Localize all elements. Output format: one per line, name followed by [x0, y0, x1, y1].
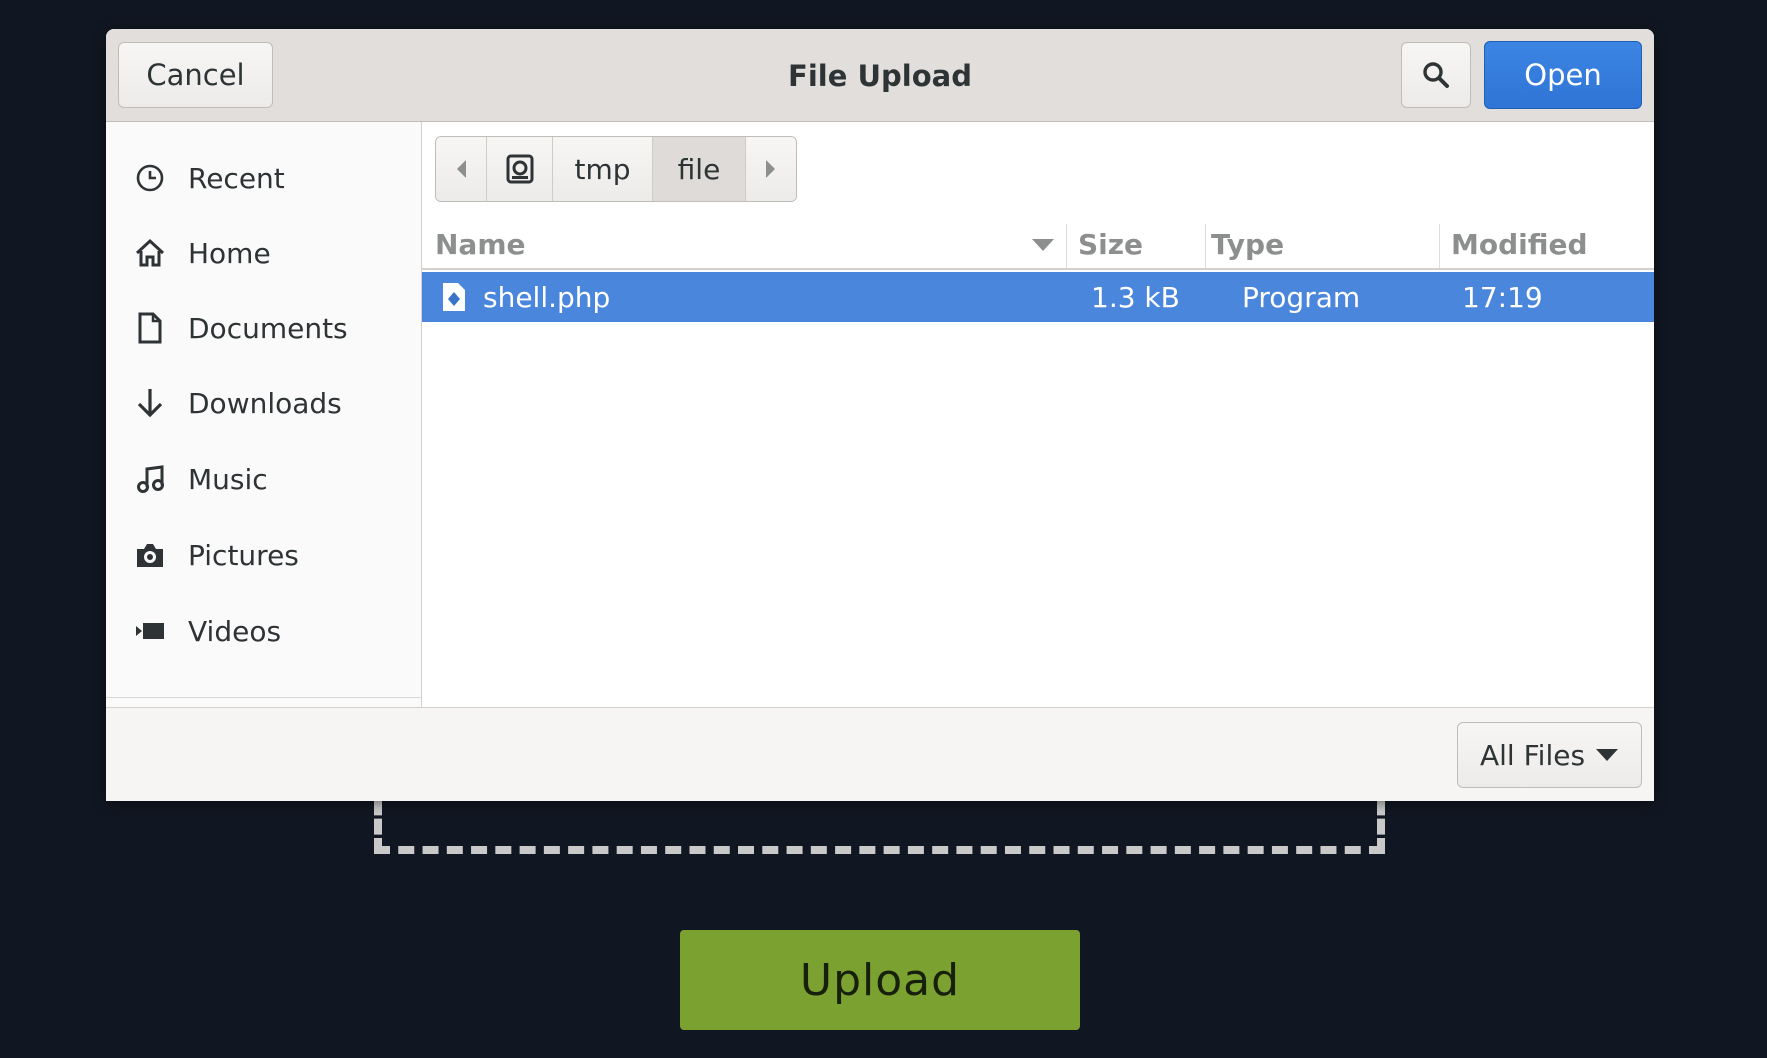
file-type-filter-dropdown[interactable]: All Files — [1457, 722, 1642, 788]
upload-button[interactable]: Upload — [680, 930, 1080, 1030]
file-upload-dialog: File Upload Cancel Open Recent Home Docu… — [106, 29, 1654, 801]
column-header-modified[interactable]: Modified — [1451, 220, 1641, 268]
sidebar-item-recent[interactable]: Recent — [106, 143, 421, 213]
pathbar: tmp file — [435, 136, 797, 202]
sidebar-separator — [106, 697, 421, 698]
dialog-footer: All Files — [106, 707, 1654, 801]
php-file-icon — [441, 272, 467, 322]
sidebar-item-documents[interactable]: Documents — [106, 293, 421, 363]
sidebar-item-label: Videos — [188, 614, 282, 648]
drive-icon — [506, 154, 533, 184]
sidebar-item-home[interactable]: Home — [106, 218, 421, 288]
chevron-down-icon — [1596, 749, 1619, 761]
open-button[interactable]: Open — [1484, 41, 1642, 109]
search-button[interactable] — [1401, 42, 1471, 108]
music-note-icon — [133, 462, 167, 496]
column-header-type[interactable]: Type — [1211, 220, 1431, 268]
file-list-pane: tmp file Name Size Type Modified shell.p… — [422, 122, 1654, 707]
pathbar-forward-button[interactable] — [746, 137, 796, 201]
file-modified: 17:19 — [1462, 280, 1543, 314]
clock-icon — [133, 161, 167, 195]
column-divider — [1439, 224, 1440, 268]
pathbar-root-button[interactable] — [487, 137, 553, 201]
column-divider — [1066, 224, 1067, 268]
pathbar-segment-file[interactable]: file — [653, 137, 746, 201]
sidebar-item-label: Music — [188, 462, 268, 496]
column-divider — [1205, 224, 1206, 268]
sidebar-item-label: Downloads — [188, 386, 342, 420]
document-icon — [133, 311, 167, 345]
chevron-right-icon — [766, 160, 775, 178]
sidebar-item-label: Home — [188, 236, 271, 270]
column-label: Name — [435, 227, 526, 261]
column-header-row: Name Size Type Modified — [422, 220, 1654, 270]
search-icon — [1423, 62, 1449, 88]
column-header-name[interactable]: Name — [435, 220, 1055, 268]
camera-icon — [133, 538, 167, 572]
places-sidebar: Recent Home Documents Downloads Music Pi… — [106, 122, 422, 707]
file-row-selected[interactable]: shell.php 1.3 kB Program 17:19 — [422, 272, 1654, 322]
sort-descending-icon — [1032, 239, 1054, 251]
pathbar-segment-tmp[interactable]: tmp — [553, 137, 653, 201]
cancel-button[interactable]: Cancel — [118, 42, 273, 108]
sidebar-item-music[interactable]: Music — [106, 444, 421, 514]
sidebar-item-videos[interactable]: Videos — [106, 596, 421, 666]
chevron-left-icon — [457, 160, 466, 178]
column-header-size[interactable]: Size — [1078, 220, 1198, 268]
download-arrow-icon — [133, 386, 167, 420]
dialog-headerbar: File Upload Cancel Open — [106, 29, 1654, 122]
filter-selected-label: All Files — [1480, 738, 1586, 772]
sidebar-item-label: Documents — [188, 311, 348, 345]
video-camera-icon — [133, 614, 167, 648]
home-icon — [133, 236, 167, 270]
file-type: Program — [1242, 280, 1361, 314]
sidebar-item-label: Recent — [188, 161, 285, 195]
file-size: 1.3 kB — [1091, 280, 1180, 314]
sidebar-item-label: Pictures — [188, 538, 299, 572]
sidebar-item-pictures[interactable]: Pictures — [106, 520, 421, 590]
sidebar-item-downloads[interactable]: Downloads — [106, 368, 421, 438]
pathbar-back-button[interactable] — [436, 137, 487, 201]
file-name: shell.php — [483, 280, 611, 314]
